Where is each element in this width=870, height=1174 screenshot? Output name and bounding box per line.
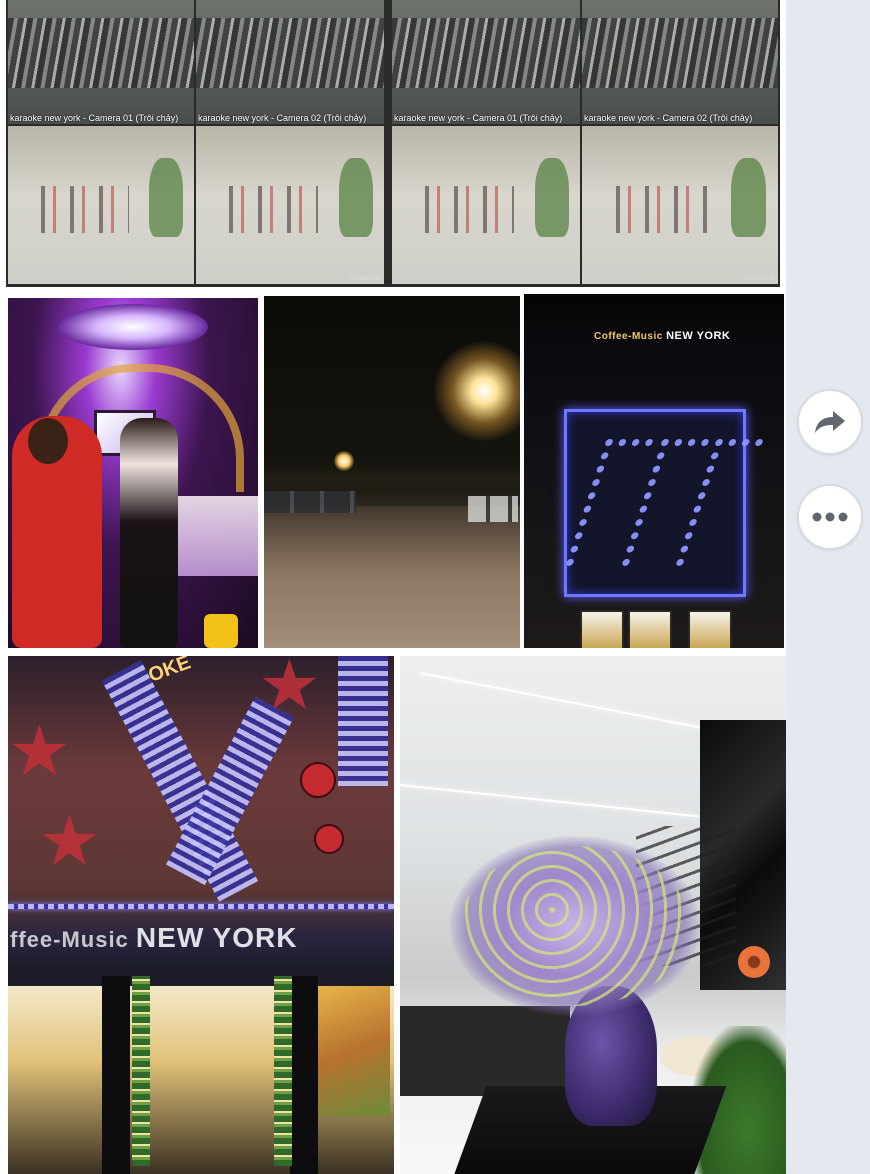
shop-window	[688, 610, 732, 648]
reception-counter	[400, 1006, 570, 1096]
parked-cars	[264, 491, 356, 513]
pillar	[102, 976, 130, 1174]
star-decoration: ★	[8, 712, 71, 790]
flower-garland	[274, 976, 292, 1166]
camera-feed: Camera 04	[196, 126, 384, 284]
entrance-sign: ffee-Music NEW YORK	[10, 922, 390, 954]
camera-feed	[8, 126, 194, 284]
more-dots-icon	[812, 512, 848, 522]
building-sign: Coffee-Music NEW YORK	[594, 330, 730, 342]
gerbera-flower	[738, 946, 770, 978]
flower-garland	[132, 976, 150, 1166]
ceiling-light-strip	[400, 784, 699, 818]
message-photo-grid: karaoke new york - Camera 01 (Trôi chảy)…	[0, 0, 786, 1174]
camera-feed: karaoke new york - Camera 02 (Trôi chảy)	[196, 0, 384, 124]
red-circle-decoration	[300, 762, 336, 798]
shop-window	[628, 610, 672, 648]
pillar	[290, 976, 318, 1174]
jar	[204, 614, 238, 648]
camera-label: karaoke new york - Camera 01 (Trôi chảy)	[394, 113, 563, 123]
photo-lobby-flowers[interactable]	[400, 656, 786, 1174]
photo-building-night[interactable]: Coffee-Music NEW YORK	[524, 294, 784, 648]
camera-tag: Camera 04	[744, 276, 774, 282]
neon-band	[8, 904, 394, 909]
person-head	[28, 418, 68, 464]
share-arrow-icon	[815, 411, 845, 433]
more-options-button[interactable]	[797, 484, 863, 550]
photo-cctv-screenshot[interactable]: karaoke new york - Camera 01 (Trôi chảy)…	[6, 0, 780, 287]
entrance-sign-big: NEW YORK	[135, 922, 298, 953]
star-decoration: ★	[38, 802, 101, 880]
entrance-sign-small: ffee-Music	[10, 927, 129, 952]
photo-karaoke-room[interactable]	[8, 298, 258, 648]
photo-entrance[interactable]: ★ ★ ★ OKE ffee-Music NEW YORK	[8, 656, 394, 1174]
red-circle-decoration	[314, 824, 344, 854]
person	[120, 418, 178, 648]
camera-feed: karaoke new york - Camera 01 (Trôi chảy)	[8, 0, 194, 124]
camera-label: karaoke new york - Camera 01 (Trôi chảy)	[10, 113, 179, 123]
shop-window	[580, 610, 624, 648]
camera-label: karaoke new york - Camera 02 (Trôi chảy)	[198, 113, 367, 123]
camera-feed: karaoke new york - Camera 01 (Trôi chảy)	[392, 0, 580, 124]
wall-painting	[314, 986, 390, 1116]
ceiling-light	[58, 304, 208, 350]
camera-feed: Camera 04	[582, 126, 778, 284]
photo-night-street[interactable]	[264, 296, 520, 648]
share-button[interactable]	[797, 389, 863, 455]
building-sign-small: Coffee-Music	[594, 331, 663, 342]
camera-feed	[392, 126, 580, 284]
flower-bouquet	[450, 836, 700, 1016]
street-lamp-glow	[434, 341, 520, 441]
camera-label: karaoke new york - Camera 02 (Trôi chảy)	[584, 113, 753, 123]
building-sign-big: NEW YORK	[666, 330, 731, 342]
parked-cars	[468, 496, 518, 522]
neon-strip	[338, 656, 388, 786]
camera-tag: Camera 04	[350, 276, 380, 282]
vertical-sign: OKE	[145, 656, 194, 687]
camera-feed: karaoke new york - Camera 02 (Trôi chảy)	[582, 0, 778, 124]
